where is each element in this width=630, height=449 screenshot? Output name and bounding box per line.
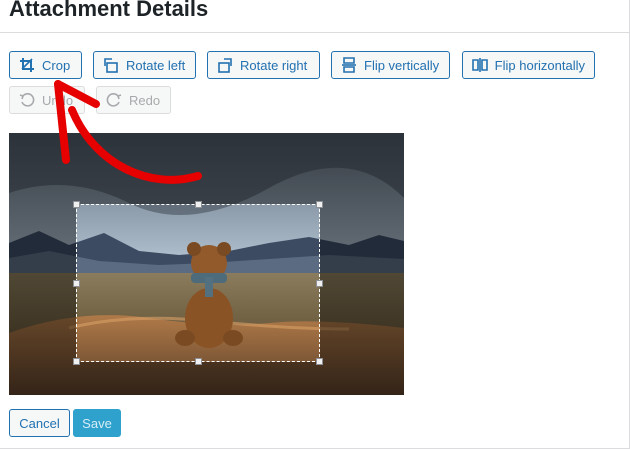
flip-vertically-button[interactable]: Flip vertically xyxy=(331,51,450,79)
rotate-right-button[interactable]: Rotate right xyxy=(207,51,320,79)
rotate-left-icon xyxy=(102,56,120,74)
crop-handle-top-left[interactable] xyxy=(73,201,80,208)
rotate-left-button[interactable]: Rotate left xyxy=(93,51,196,79)
cancel-label: Cancel xyxy=(19,415,60,431)
crop-overlay-right xyxy=(320,204,404,362)
crop-handle-bottom-right[interactable] xyxy=(316,358,323,365)
flip-vertically-label: Flip vertically xyxy=(364,57,440,73)
crop-overlay-left xyxy=(9,204,76,362)
crop-label: Crop xyxy=(42,57,71,73)
undo-icon xyxy=(18,91,36,109)
crop-overlay-top xyxy=(9,133,404,204)
crop-handle-bottom[interactable] xyxy=(195,358,202,365)
crop-handle-top[interactable] xyxy=(195,201,202,208)
flip-vertical-icon xyxy=(340,56,358,74)
redo-icon xyxy=(105,91,123,109)
crop-handle-bottom-left[interactable] xyxy=(73,358,80,365)
rotate-left-label: Rotate left xyxy=(126,57,186,73)
crop-overlay-bottom xyxy=(9,362,404,395)
page-title: Attachment Details xyxy=(9,0,209,21)
crop-handle-top-right[interactable] xyxy=(316,201,323,208)
flip-horizontally-label: Flip horizontally xyxy=(494,57,585,73)
crop-handle-right[interactable] xyxy=(316,280,323,287)
save-label: Save xyxy=(82,415,112,431)
redo-label: Redo xyxy=(129,92,161,108)
panel-header: Attachment Details xyxy=(0,0,629,33)
crop-handle-left[interactable] xyxy=(73,280,80,287)
flip-horizontal-icon xyxy=(471,56,489,74)
rotate-right-icon xyxy=(216,56,234,74)
crop-icon xyxy=(18,56,36,74)
save-button[interactable]: Save xyxy=(73,409,121,437)
redo-button[interactable]: Redo xyxy=(96,86,171,114)
undo-label: Undo xyxy=(42,92,74,108)
undo-button[interactable]: Undo xyxy=(9,86,85,114)
rotate-right-label: Rotate right xyxy=(240,57,308,73)
flip-horizontally-button[interactable]: Flip horizontally xyxy=(462,51,595,79)
crop-button[interactable]: Crop xyxy=(9,51,82,79)
crop-selection[interactable] xyxy=(76,204,320,362)
cancel-button[interactable]: Cancel xyxy=(9,409,70,437)
